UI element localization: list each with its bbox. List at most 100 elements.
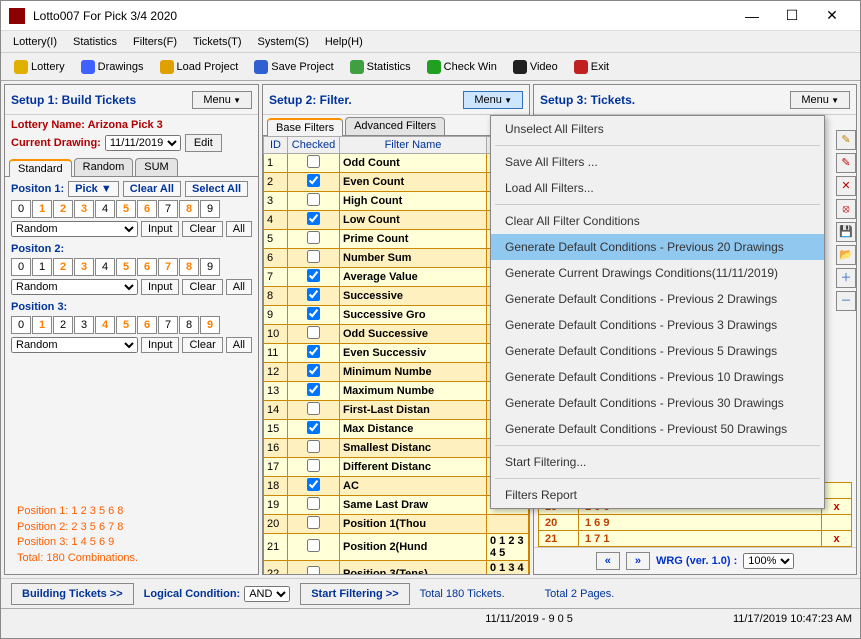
filter-row[interactable]: 14First-Last Distan1-9 — [264, 401, 529, 420]
filter-row[interactable]: 4Low Count1-3 — [264, 211, 529, 230]
menu-helph[interactable]: Help(H) — [319, 34, 369, 50]
filter-row[interactable]: 12Minimum Numbe0-4 — [264, 363, 529, 382]
filter-checkbox[interactable] — [307, 345, 320, 358]
filter-checkbox[interactable] — [307, 288, 320, 301]
num-4[interactable]: 4 — [95, 200, 115, 218]
pos2-input-button[interactable]: Input — [141, 279, 179, 295]
num-5[interactable]: 5 — [116, 200, 136, 218]
close-button[interactable]: ✕ — [812, 7, 852, 24]
num-9[interactable]: 9 — [200, 200, 220, 218]
filter-row[interactable]: 21Position 2(Hund0 1 2 3 4 5 — [264, 534, 529, 561]
filter-checkbox[interactable] — [307, 478, 320, 491]
filter-checkbox[interactable] — [307, 212, 320, 225]
sidetool-6[interactable]: 📂 — [836, 245, 856, 265]
filter-row[interactable]: 2Even Count0-3 — [264, 173, 529, 192]
tab-advanced-filters[interactable]: Advanced Filters — [345, 117, 445, 135]
num-4[interactable]: 4 — [95, 316, 115, 334]
filter-checkbox[interactable] — [307, 421, 320, 434]
filter-row[interactable]: 20Position 1(Thou — [264, 515, 529, 534]
num-2[interactable]: 2 — [53, 316, 73, 334]
tab-base-filters[interactable]: Base Filters — [267, 118, 343, 136]
toolbar-save-project[interactable]: Save Project — [247, 57, 340, 77]
filter-row[interactable]: 7Average Value0-6 — [264, 268, 529, 287]
filter-row[interactable]: 9Successive Gro0-3 — [264, 306, 529, 325]
sidetool-1[interactable]: ✎ — [836, 130, 856, 150]
filter-row[interactable]: 18AC2-3 — [264, 477, 529, 496]
filter-checkbox[interactable] — [307, 566, 320, 574]
sidetool-3[interactable]: ✕ — [836, 176, 856, 196]
num-6[interactable]: 6 — [137, 200, 157, 218]
filter-checkbox[interactable] — [307, 383, 320, 396]
nav-prev-button[interactable]: « — [596, 552, 620, 570]
ticket-row[interactable]: 211 7 1x — [539, 531, 852, 547]
pos2-mode-select[interactable]: Random — [11, 279, 138, 295]
filter-checkbox[interactable] — [307, 402, 320, 415]
menu-item[interactable]: Clear All Filter Conditions — [491, 208, 824, 234]
num-1[interactable]: 1 — [32, 316, 52, 334]
filter-checkbox[interactable] — [307, 174, 320, 187]
filter-row[interactable]: 1Odd Count0-3 — [264, 154, 529, 173]
toolbar-video[interactable]: Video — [506, 57, 565, 77]
menu-item[interactable]: Filters Report — [491, 482, 824, 508]
sidetool-7[interactable]: ＋ — [836, 268, 856, 288]
menu-ticketst[interactable]: Tickets(T) — [187, 34, 247, 50]
num-8[interactable]: 8 — [179, 258, 199, 276]
filter-row[interactable]: 8Successive0 — [264, 287, 529, 306]
sidetool-2[interactable]: ✎ — [836, 153, 856, 173]
num-8[interactable]: 8 — [179, 316, 199, 334]
filter-checkbox[interactable] — [307, 250, 320, 263]
toolbar-lottery[interactable]: Lottery — [7, 57, 72, 77]
filter-checkbox[interactable] — [307, 440, 320, 453]
menu-item[interactable]: Generate Default Conditions - Previous 3… — [491, 390, 824, 416]
num-0[interactable]: 0 — [11, 258, 31, 276]
menu-item[interactable]: Load All Filters... — [491, 175, 824, 201]
num-8[interactable]: 8 — [179, 200, 199, 218]
step1-menu-button[interactable]: Menu — [192, 91, 252, 109]
tab-sum[interactable]: SUM — [135, 158, 177, 176]
toolbar-statistics[interactable]: Statistics — [343, 57, 418, 77]
menu-item[interactable]: Unselect All Filters — [491, 116, 824, 142]
filter-checkbox[interactable] — [307, 155, 320, 168]
num-5[interactable]: 5 — [116, 316, 136, 334]
pos1-clear-button[interactable]: Clear — [182, 221, 222, 237]
step3-menu-button[interactable]: Menu — [790, 91, 850, 109]
menu-lotteryi[interactable]: Lottery(I) — [7, 34, 63, 50]
step2-menu-button[interactable]: Menu — [463, 91, 523, 109]
menu-item[interactable]: Generate Default Conditions - Previous 5… — [491, 338, 824, 364]
building-tickets-button[interactable]: Building Tickets >> — [11, 583, 134, 605]
start-filtering-button[interactable]: Start Filtering >> — [300, 583, 409, 605]
num-7[interactable]: 7 — [158, 200, 178, 218]
tab-standard[interactable]: Standard — [9, 159, 72, 177]
filter-checkbox[interactable] — [307, 364, 320, 377]
num-3[interactable]: 3 — [74, 258, 94, 276]
filter-row[interactable]: 10Odd Successive0-3 — [264, 325, 529, 344]
num-4[interactable]: 4 — [95, 258, 115, 276]
num-0[interactable]: 0 — [11, 316, 31, 334]
pos3-mode-select[interactable]: Random — [11, 337, 138, 353]
filter-checkbox[interactable] — [307, 516, 320, 529]
ticket-row[interactable]: 201 6 9 — [539, 515, 852, 531]
num-1[interactable]: 1 — [32, 200, 52, 218]
sidetool-5[interactable]: 💾 — [836, 222, 856, 242]
menu-systems[interactable]: System(S) — [252, 34, 315, 50]
logical-condition-select[interactable]: AND — [244, 586, 290, 602]
filter-row[interactable]: 22Position 3(Tens)0 1 3 4 6 7 — [264, 561, 529, 575]
num-6[interactable]: 6 — [137, 316, 157, 334]
num-5[interactable]: 5 — [116, 258, 136, 276]
filter-row[interactable]: 13Maximum Numbe1-9 — [264, 382, 529, 401]
sidetool-8[interactable]: － — [836, 291, 856, 311]
minimize-button[interactable]: — — [732, 8, 772, 24]
filter-checkbox[interactable] — [307, 307, 320, 320]
selectall-button[interactable]: Select All — [185, 181, 248, 197]
menu-item[interactable]: Generate Default Conditions - Previous 3… — [491, 312, 824, 338]
pos1-all-button[interactable]: All — [226, 221, 252, 237]
filter-checkbox[interactable] — [307, 497, 320, 510]
pos2-clear-button[interactable]: Clear — [182, 279, 222, 295]
num-3[interactable]: 3 — [74, 200, 94, 218]
clearall-button[interactable]: Clear All — [123, 181, 181, 197]
num-3[interactable]: 3 — [74, 316, 94, 334]
pos3-all-button[interactable]: All — [226, 337, 252, 353]
num-2[interactable]: 2 — [53, 200, 73, 218]
pos1-input-button[interactable]: Input — [141, 221, 179, 237]
menu-item[interactable]: Generate Default Conditions - Previous 2… — [491, 234, 824, 260]
